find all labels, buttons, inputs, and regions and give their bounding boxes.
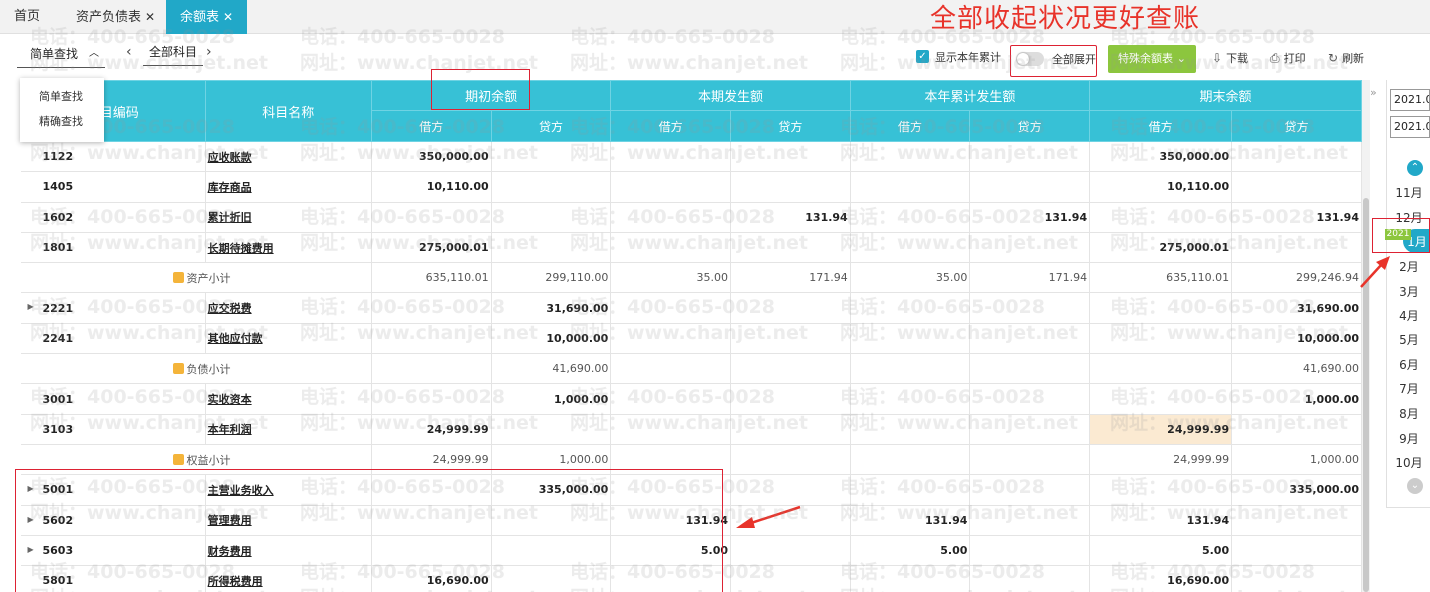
- annotation-arrow-line: [1360, 263, 1383, 288]
- search-mode-menu: 简单查找 精确查找: [20, 78, 104, 142]
- annotation-arrows: [736, 256, 1390, 528]
- menu-item-simple-search[interactable]: 简单查找: [20, 84, 104, 109]
- menu-item-exact-search[interactable]: 精确查找: [20, 109, 104, 134]
- annotation-arrow-head: [736, 517, 755, 528]
